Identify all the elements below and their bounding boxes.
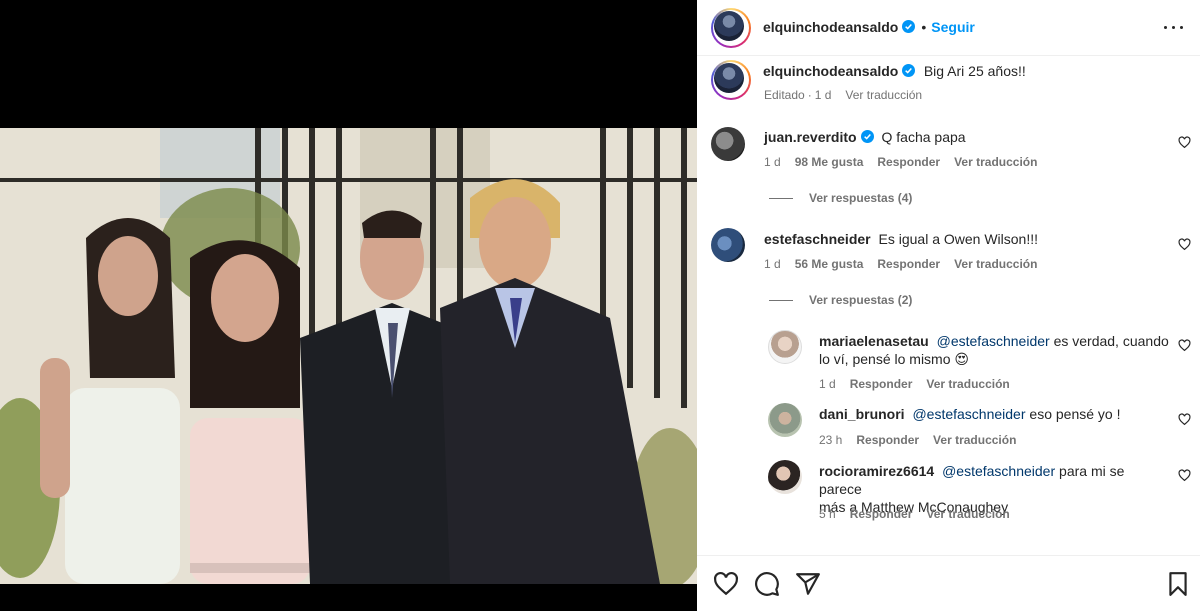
reply-button[interactable]: Responder — [877, 155, 940, 169]
reply-text: es verdad, cuando — [1049, 333, 1169, 349]
share-icon[interactable] — [795, 571, 821, 597]
post-media — [0, 0, 697, 611]
comment-body: estefaschneider Es igual a Owen Wilson!!… — [764, 231, 1038, 247]
translate-link[interactable]: Ver traducción — [954, 155, 1037, 169]
more-options-icon[interactable] — [1162, 16, 1186, 40]
translate-link[interactable]: Ver traducción — [954, 257, 1037, 271]
reply-meta: 23 h Responder Ver traducción — [819, 433, 1030, 447]
caption-author-username[interactable]: elquinchodeansaldo — [763, 63, 898, 79]
comment-text: Es igual a Owen Wilson!!! — [878, 231, 1039, 247]
post-panel: elquinchodeansaldo • Seguir elquinchodeans… — [697, 0, 1200, 611]
caption-time[interactable]: 1 d — [815, 88, 832, 102]
translate-link[interactable]: Ver traducción — [926, 507, 1009, 521]
comment-text: Q facha papa — [881, 129, 966, 145]
author-avatar[interactable] — [711, 8, 751, 48]
reply-time[interactable]: 23 h — [819, 433, 842, 447]
comment-icon[interactable] — [754, 571, 780, 597]
translate-link[interactable]: Ver traducción — [926, 377, 1009, 391]
reply-body: dani_brunori @estefaschneider eso pensé … — [819, 406, 1120, 422]
commenter-username[interactable]: estefaschneider — [764, 231, 871, 247]
commenter-avatar[interactable] — [711, 228, 745, 262]
author-username[interactable]: elquinchodeansaldo — [763, 19, 898, 35]
reply-meta: 5 h Responder Ver traducción — [819, 507, 1024, 521]
action-bar — [697, 555, 1200, 611]
translate-link[interactable]: Ver traducción — [933, 433, 1016, 447]
post-photo[interactable] — [0, 128, 697, 584]
verified-badge-icon — [860, 130, 874, 143]
comment-likes[interactable]: 56 Me gusta — [795, 257, 864, 271]
view-replies-button[interactable]: Ver respuestas (2) — [769, 293, 912, 307]
heart-icon[interactable] — [1178, 339, 1191, 352]
caption-meta: Editado · 1 d Ver traducción — [764, 88, 923, 102]
comment-meta: 1 d 56 Me gusta Responder Ver traducción — [764, 257, 1051, 271]
reply-time[interactable]: 1 d — [819, 377, 836, 391]
reply-username[interactable]: dani_brunori — [819, 406, 905, 422]
follow-button[interactable]: Seguir — [931, 19, 975, 35]
heart-icon[interactable] — [1178, 136, 1191, 149]
reply-body: mariaelenasetau @estefaschneider es verd… — [819, 332, 1169, 368]
reply-username[interactable]: rocioramirez6614 — [819, 463, 934, 479]
reply-button[interactable]: Responder — [850, 377, 913, 391]
edited-label: Editado — [764, 88, 805, 102]
comment-time[interactable]: 1 d — [764, 257, 781, 271]
reply-avatar[interactable] — [768, 330, 802, 364]
comment-body: juan.reverdito Q facha papa — [764, 129, 966, 145]
reply-text: eso pensé yo ! — [1025, 406, 1121, 422]
caption-translate-link[interactable]: Ver traducción — [845, 88, 922, 102]
heart-eyes-emoji: 😍 — [954, 351, 969, 367]
view-replies-button[interactable]: Ver respuestas (4) — [769, 191, 912, 205]
post-header: elquinchodeansaldo • Seguir — [697, 0, 1200, 56]
verified-badge-icon — [902, 64, 916, 77]
comment-meta: 1 d 98 Me gusta Responder Ver traducción — [764, 155, 1051, 169]
comment-time[interactable]: 1 d — [764, 155, 781, 169]
caption-text: Big Ari 25 años!! — [923, 63, 1026, 79]
commenter-username[interactable]: juan.reverdito — [764, 129, 857, 145]
reply-button[interactable]: Responder — [856, 433, 919, 447]
heart-icon[interactable] — [713, 571, 739, 597]
post-header-title: elquinchodeansaldo • Seguir — [763, 19, 975, 35]
reply-mention[interactable]: @estefaschneider — [937, 333, 1050, 349]
heart-icon[interactable] — [1178, 238, 1191, 251]
caption: elquinchodeansaldo Big Ari 25 años!! — [763, 63, 1026, 81]
heart-icon[interactable] — [1178, 469, 1191, 482]
reply-time[interactable]: 5 h — [819, 507, 836, 521]
reply-button[interactable]: Responder — [850, 507, 913, 521]
verified-badge-icon — [902, 20, 916, 33]
view-replies-label: Ver respuestas (4) — [809, 191, 913, 205]
reply-button[interactable]: Responder — [877, 257, 940, 271]
comment-likes[interactable]: 98 Me gusta — [795, 155, 864, 169]
separator-dot: • — [921, 19, 927, 35]
heart-icon[interactable] — [1178, 413, 1191, 426]
reply-username[interactable]: mariaelenasetau — [819, 333, 929, 349]
caption-author-avatar[interactable] — [711, 60, 751, 100]
reply-mention[interactable]: @estefaschneider — [912, 406, 1025, 422]
group-photo-illustration — [0, 128, 697, 584]
reply-meta: 1 d Responder Ver traducción — [819, 377, 1024, 391]
reply-mention[interactable]: @estefaschneider — [942, 463, 1055, 479]
reply-avatar[interactable] — [768, 403, 802, 437]
bookmark-icon[interactable] — [1165, 571, 1191, 597]
commenter-avatar[interactable] — [711, 127, 745, 161]
reply-text-line2: lo ví, pensé lo mismo — [819, 351, 951, 367]
view-replies-label: Ver respuestas (2) — [809, 293, 913, 307]
reply-avatar[interactable] — [768, 460, 802, 494]
